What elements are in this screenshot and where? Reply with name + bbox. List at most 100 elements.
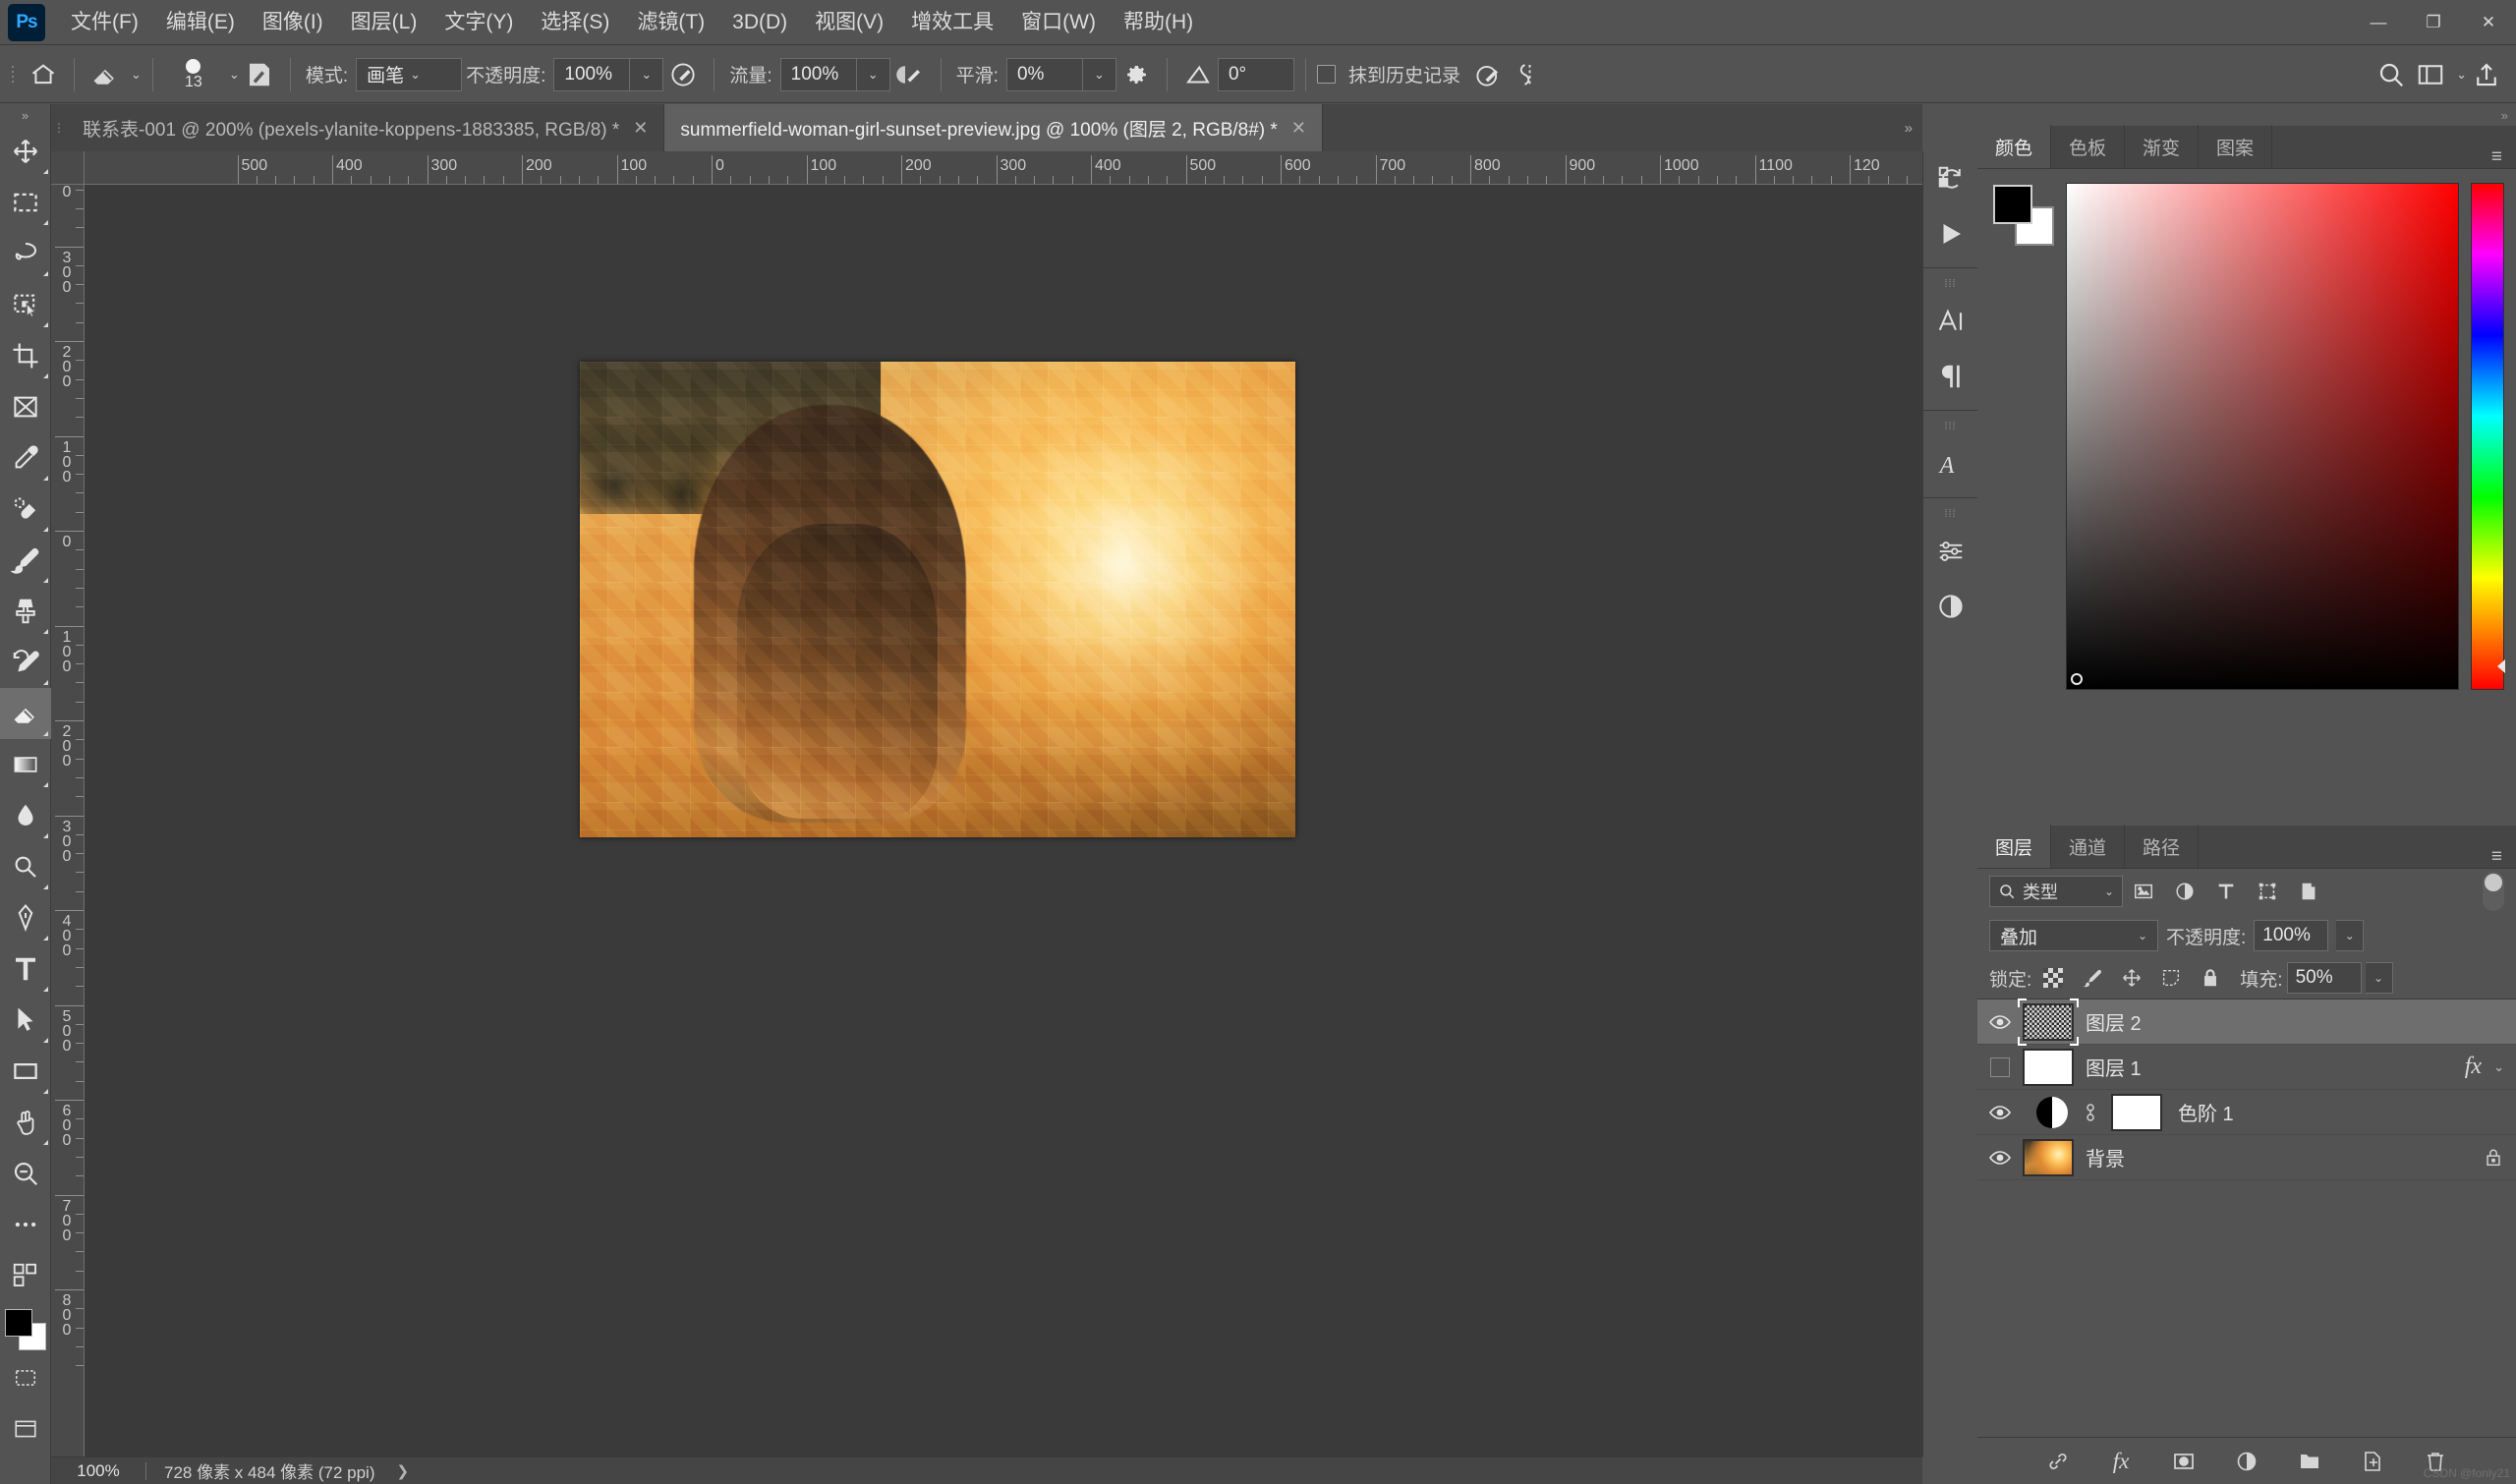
lock-position-icon[interactable] bbox=[2114, 962, 2149, 994]
layer-thumbnail[interactable] bbox=[2023, 1138, 2074, 1176]
layer-kind-filter[interactable]: 类型 ⌄ bbox=[1989, 876, 2123, 907]
new-adjustment-layer-icon[interactable] bbox=[2229, 1444, 2264, 1479]
adjustments-icon[interactable] bbox=[1923, 524, 1978, 579]
layer-style-fx-icon[interactable]: fx bbox=[2103, 1444, 2139, 1479]
menu-type[interactable]: 文字(Y) bbox=[430, 8, 527, 36]
panel-menu-icon[interactable]: ≡ bbox=[2478, 146, 2516, 168]
brush-angle-icon[interactable] bbox=[1178, 55, 1218, 94]
pen-tool[interactable] bbox=[0, 892, 51, 943]
add-mask-icon[interactable] bbox=[2166, 1444, 2202, 1479]
menu-view[interactable]: 视图(V) bbox=[801, 8, 897, 36]
lock-transparent-icon[interactable] bbox=[2035, 962, 2071, 994]
layer-visibility-toggle[interactable] bbox=[1977, 1135, 2023, 1180]
color-picker-field[interactable] bbox=[2066, 183, 2459, 690]
table-row[interactable]: 图层 1 fx ⌄ bbox=[1977, 1045, 2516, 1090]
layer-name[interactable]: 背景 bbox=[2086, 1143, 2125, 1171]
edit-toolbar-icon[interactable] bbox=[0, 1250, 51, 1301]
object-selection-tool[interactable] bbox=[0, 279, 51, 330]
more-tools-icon[interactable] bbox=[0, 1199, 51, 1250]
character-icon[interactable] bbox=[1923, 294, 1978, 349]
tab-gradients[interactable]: 渐变 bbox=[2125, 125, 2200, 168]
flow-chevron-icon[interactable]: ⌄ bbox=[856, 57, 890, 91]
brush-settings-panel-icon[interactable] bbox=[240, 55, 279, 94]
frame-tool[interactable] bbox=[0, 381, 51, 432]
dodge-tool[interactable] bbox=[0, 841, 51, 892]
image-canvas[interactable] bbox=[580, 362, 1295, 837]
lock-image-icon[interactable] bbox=[2075, 962, 2110, 994]
layer-opacity-chevron-icon[interactable]: ⌄ bbox=[2336, 920, 2365, 951]
blend-mode-select[interactable]: 叠加 ⌄ bbox=[1989, 920, 2158, 951]
layer-visibility-toggle[interactable] bbox=[1977, 1045, 2023, 1090]
smoothing-input[interactable]: 0% bbox=[1005, 57, 1083, 91]
vertical-ruler[interactable]: 400 300 200 100 0 100 200 300 400 500 600 700 800 bbox=[51, 185, 85, 1456]
airbrush-icon[interactable] bbox=[890, 55, 930, 94]
erase-to-history-checkbox[interactable] bbox=[1316, 65, 1336, 84]
workspace-layout-icon[interactable] bbox=[2411, 55, 2450, 94]
layer-thumbnail[interactable] bbox=[2023, 1048, 2074, 1086]
menu-filter[interactable]: 滤镜(T) bbox=[623, 8, 718, 36]
adjustment-layer-icon[interactable] bbox=[1923, 579, 1978, 634]
menu-help[interactable]: 帮助(H) bbox=[1110, 8, 1207, 36]
menu-layer[interactable]: 图层(L) bbox=[337, 8, 431, 36]
brush-size-preview[interactable]: 13 bbox=[164, 52, 223, 97]
tab-channels[interactable]: 通道 bbox=[2051, 825, 2126, 868]
brush-preset-chevron-icon[interactable]: ⌄ bbox=[229, 67, 240, 83]
link-mask-icon[interactable] bbox=[2080, 1102, 2101, 1123]
lock-artboard-icon[interactable] bbox=[2153, 962, 2189, 994]
home-icon[interactable] bbox=[24, 55, 63, 94]
workspace-chevron-icon[interactable]: ⌄ bbox=[2456, 67, 2467, 83]
eraser-tool[interactable] bbox=[0, 688, 51, 739]
pixel-filter-icon[interactable] bbox=[2123, 875, 2164, 908]
menu-window[interactable]: 窗口(W) bbox=[1007, 8, 1110, 36]
hand-tool[interactable] bbox=[0, 1097, 51, 1148]
restore-button[interactable]: ❐ bbox=[2406, 0, 2461, 45]
history-brush-tool[interactable] bbox=[0, 637, 51, 688]
quick-mask-icon[interactable] bbox=[0, 1352, 51, 1403]
menu-image[interactable]: 图像(I) bbox=[249, 8, 337, 36]
layer-thumbnail-wrap[interactable] bbox=[2018, 998, 2079, 1046]
zoom-tool[interactable] bbox=[0, 1148, 51, 1199]
flow-input[interactable]: 100% bbox=[779, 57, 857, 91]
zoom-level[interactable]: 100% bbox=[51, 1461, 145, 1481]
table-row[interactable]: 背景 bbox=[1977, 1135, 2516, 1180]
rail-grip-3[interactable]: ⁞⁞⁞ bbox=[1923, 504, 1977, 524]
tab-patterns[interactable]: 图案 bbox=[2199, 125, 2273, 168]
fill-chevron-icon[interactable]: ⌄ bbox=[2365, 962, 2393, 994]
opacity-input[interactable]: 100% bbox=[553, 57, 631, 91]
layer-opacity-input[interactable]: 100% bbox=[2254, 920, 2329, 951]
pressure-opacity-icon[interactable] bbox=[663, 55, 703, 94]
foreground-color-swatch[interactable] bbox=[4, 1309, 32, 1337]
foreground-color-swatch[interactable] bbox=[1993, 185, 2032, 224]
play-actions-icon[interactable] bbox=[1923, 206, 1978, 261]
type-tool[interactable] bbox=[0, 943, 51, 995]
paragraph-icon[interactable] bbox=[1923, 349, 1978, 404]
eyedropper-tool[interactable] bbox=[0, 432, 51, 484]
blur-tool[interactable] bbox=[0, 790, 51, 841]
brush-tool[interactable] bbox=[0, 535, 51, 586]
shape-filter-icon[interactable] bbox=[2247, 875, 2288, 908]
menu-plugins[interactable]: 增效工具 bbox=[897, 8, 1007, 36]
eraser-tool-icon[interactable] bbox=[86, 55, 125, 94]
smoothing-chevron-icon[interactable]: ⌄ bbox=[1082, 57, 1116, 91]
path-selection-tool[interactable] bbox=[0, 995, 51, 1046]
table-row[interactable]: 图层 2 bbox=[1977, 998, 2516, 1046]
fill-input[interactable]: 50% bbox=[2286, 962, 2362, 994]
eraser-preset-chevron-icon[interactable]: ⌄ bbox=[131, 67, 142, 83]
gradient-tool[interactable] bbox=[0, 739, 51, 790]
layer-effects-icon[interactable]: fx bbox=[2465, 1054, 2482, 1080]
layer-name[interactable]: 图层 1 bbox=[2086, 1053, 2142, 1081]
dock-collapse-icon[interactable]: » bbox=[1977, 104, 2516, 126]
crop-tool[interactable] bbox=[0, 330, 51, 381]
canvas-area[interactable] bbox=[85, 185, 1922, 1456]
rail-grip-1[interactable]: ⁞⁞⁞ bbox=[1923, 274, 1977, 294]
doc-tab-summerfield[interactable]: summerfield-woman-girl-sunset-preview.jp… bbox=[664, 104, 1323, 151]
link-layers-icon[interactable] bbox=[2040, 1444, 2076, 1479]
tab-paths[interactable]: 路径 bbox=[2125, 825, 2200, 868]
opacity-chevron-icon[interactable]: ⌄ bbox=[630, 57, 664, 91]
toolbar-grip[interactable]: » bbox=[0, 104, 50, 126]
horizontal-ruler[interactable]: 500 400 300 200 100 0 100 200 300 400 500 600 700 800… bbox=[85, 151, 1922, 185]
lasso-tool[interactable] bbox=[0, 228, 51, 279]
filter-toggle-switch[interactable] bbox=[2483, 872, 2504, 911]
symmetry-icon[interactable] bbox=[1508, 55, 1547, 94]
smoothing-options-gear-icon[interactable] bbox=[1116, 55, 1156, 94]
